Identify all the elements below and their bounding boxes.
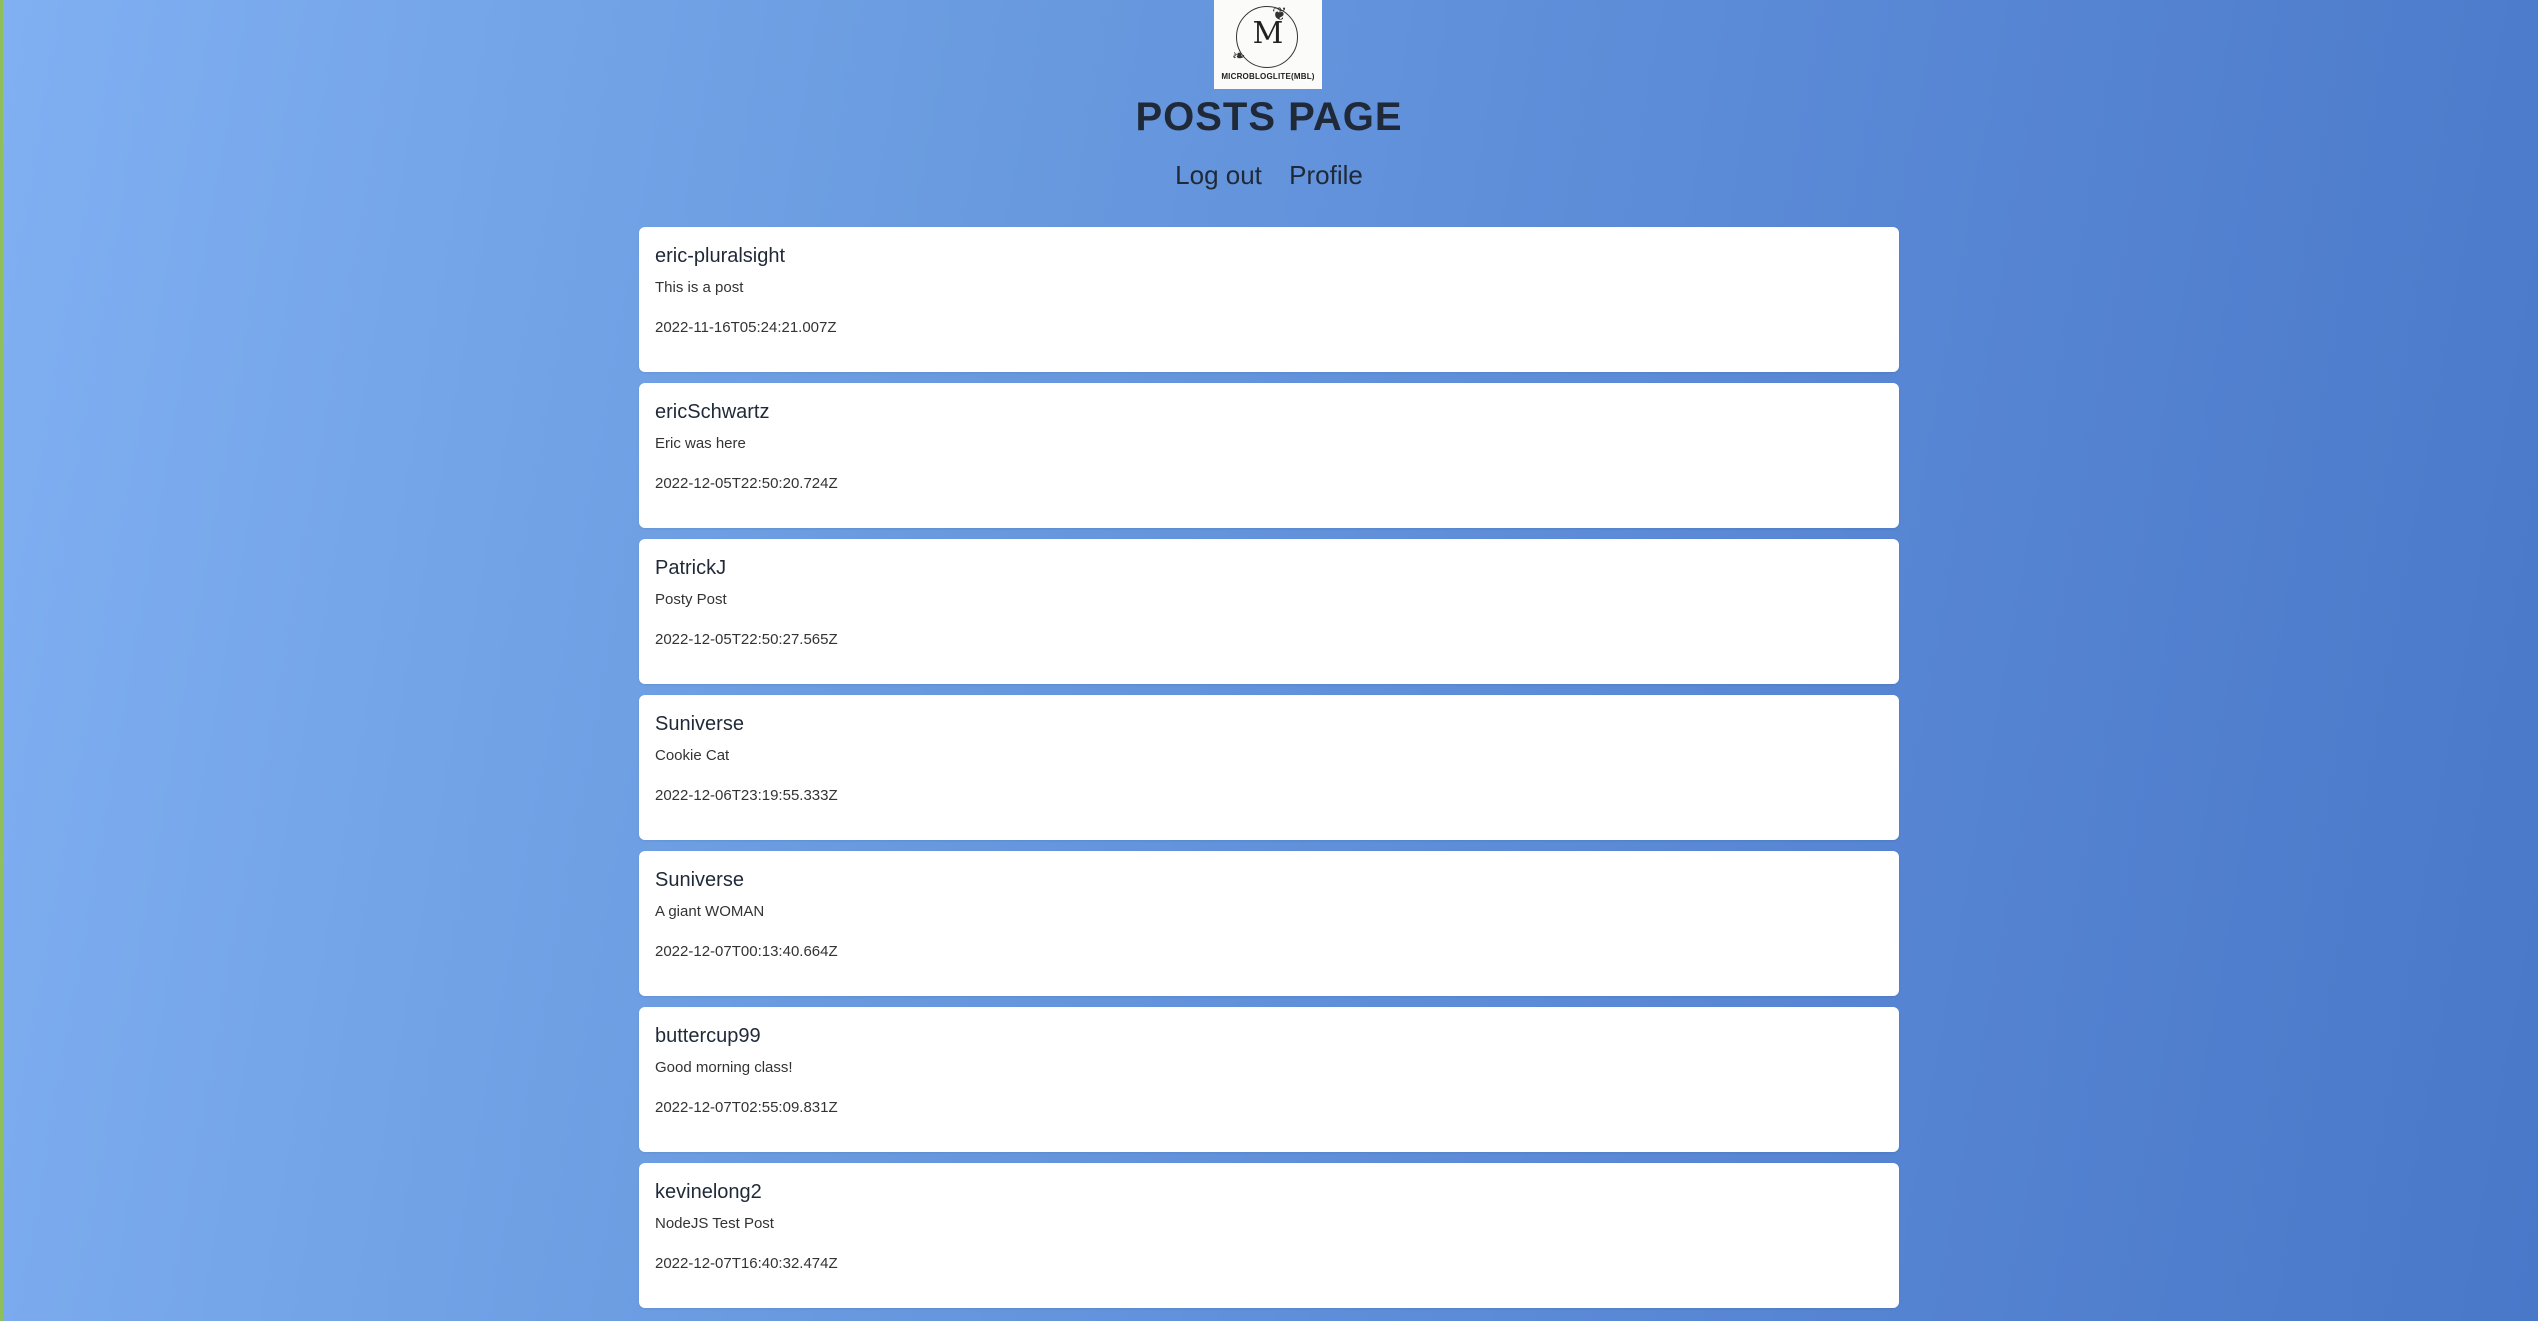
post-card: buttercup99 Good morning class! 2022-12-… <box>639 1007 1899 1152</box>
logout-link[interactable]: Log out <box>1175 160 1262 190</box>
post-username: Suniverse <box>655 713 744 735</box>
post-username: Suniverse <box>655 869 744 891</box>
post-username: buttercup99 <box>655 1025 761 1047</box>
page-edge <box>0 0 3 1321</box>
post-text: Posty Post <box>655 591 727 608</box>
post-username: eric-pluralsight <box>655 245 786 267</box>
top-nav: Log out Profile <box>0 160 2538 191</box>
post-card: kevinelong2 NodeJS Test Post 2022-12-07T… <box>639 1163 1899 1308</box>
page-title: POSTS PAGE <box>1135 95 1403 139</box>
post-username: kevinelong2 <box>655 1181 762 1203</box>
post-timestamp: 2022-11-16T05:24:21.007Z <box>655 319 837 336</box>
post-text: Eric was here <box>655 435 746 452</box>
post-card: eric-pluralsight This is a post 2022-11-… <box>639 227 1899 372</box>
post-text: NodeJS Test Post <box>655 1215 774 1232</box>
logo-letter: M <box>1252 16 1284 51</box>
post-timestamp: 2022-12-05T22:50:20.724Z <box>655 475 838 492</box>
post-timestamp: 2022-12-07T00:13:40.664Z <box>655 943 838 960</box>
post-username: PatrickJ <box>655 557 727 579</box>
post-card: PatrickJ Posty Post 2022-12-05T22:50:27.… <box>639 539 1899 684</box>
posts-list: eric-pluralsight This is a post 2022-11-… <box>639 227 1899 1319</box>
post-card: Suniverse Cookie Cat 2022-12-06T23:19:55… <box>639 695 1899 840</box>
post-text: Cookie Cat <box>655 747 730 764</box>
logo: ❦ ❧ M MICROBLOGLITE(MBL) <box>1214 0 1322 89</box>
logo-text: MICROBLOGLITE(MBL) <box>1221 72 1315 81</box>
post-timestamp: 2022-12-06T23:19:55.333Z <box>655 787 838 804</box>
post-text: This is a post <box>655 279 744 296</box>
post-username: ericSchwartz <box>655 401 770 423</box>
post-timestamp: 2022-12-07T16:40:32.474Z <box>655 1255 838 1272</box>
profile-link[interactable]: Profile <box>1289 160 1363 190</box>
post-text: Good morning class! <box>655 1059 793 1076</box>
post-timestamp: 2022-12-07T02:55:09.831Z <box>655 1099 838 1116</box>
post-text: A giant WOMAN <box>655 903 765 920</box>
post-card: ericSchwartz Eric was here 2022-12-05T22… <box>639 383 1899 528</box>
post-timestamp: 2022-12-05T22:50:27.565Z <box>655 631 838 648</box>
post-card: Suniverse A giant WOMAN 2022-12-07T00:13… <box>639 851 1899 996</box>
